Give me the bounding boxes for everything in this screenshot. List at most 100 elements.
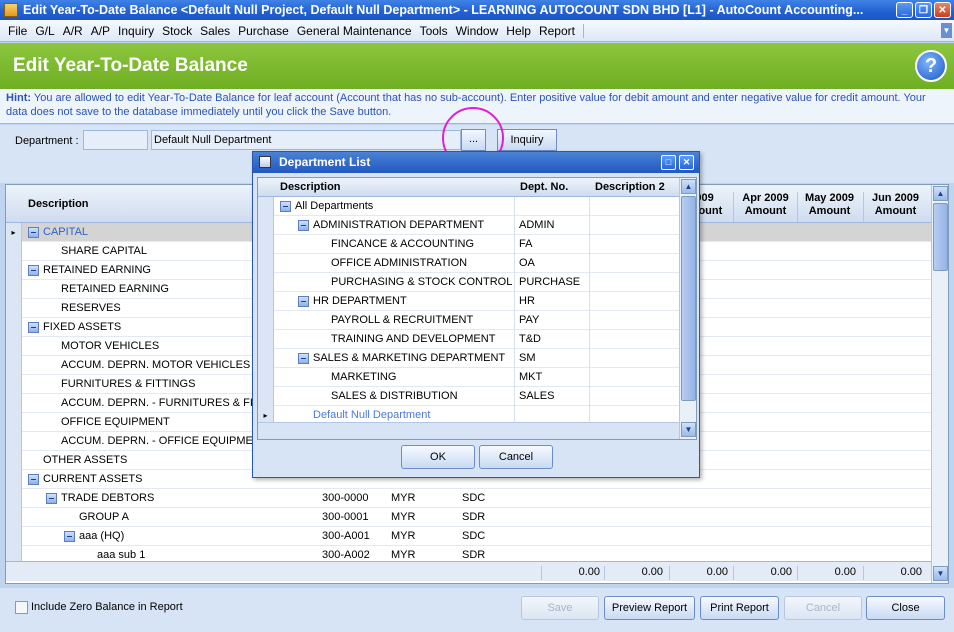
- table-row[interactable]: aaa (HQ) 300-A001 MYR SDC: [6, 527, 932, 546]
- dialog-vertical-scrollbar[interactable]: ▲ ▼: [679, 178, 696, 439]
- row-selector[interactable]: [258, 292, 274, 311]
- scroll-thumb[interactable]: [681, 196, 696, 401]
- menu-item-stock[interactable]: Stock: [158, 24, 196, 38]
- menu-item-tools[interactable]: Tools: [416, 24, 452, 38]
- maximize-icon[interactable]: □: [661, 155, 676, 170]
- row-selector[interactable]: [6, 242, 22, 261]
- row-selector[interactable]: [6, 451, 22, 470]
- row-selector[interactable]: [6, 489, 22, 508]
- row-selector[interactable]: [258, 235, 274, 254]
- department-row[interactable]: TRAINING AND DEVELOPMENT T&D: [258, 330, 680, 349]
- print-report-button[interactable]: Print Report: [700, 596, 779, 620]
- row-selector[interactable]: [6, 508, 22, 527]
- menu-item-g-l[interactable]: G/L: [31, 24, 58, 38]
- department-list-dialog: Department List □ ✕ Description Dept. No…: [252, 151, 700, 478]
- scroll-up-icon[interactable]: ▲: [681, 179, 696, 194]
- department-row[interactable]: FINCANCE & ACCOUNTING FA: [258, 235, 680, 254]
- collapse-icon[interactable]: [28, 322, 39, 333]
- table-row[interactable]: GROUP A 300-0001 MYR SDR: [6, 508, 932, 527]
- scroll-down-icon[interactable]: ▼: [933, 566, 948, 581]
- department-description: MARKETING: [331, 371, 397, 383]
- department-row[interactable]: HR DEPARTMENT HR: [258, 292, 680, 311]
- department-name-field[interactable]: Default Null Department: [151, 130, 461, 150]
- row-selector[interactable]: [258, 387, 274, 406]
- department-description: PAYROLL & RECRUITMENT: [331, 314, 474, 326]
- collapse-icon[interactable]: [64, 531, 75, 542]
- menu-item-general-maintenance[interactable]: General Maintenance: [293, 24, 416, 38]
- row-selector[interactable]: [6, 337, 22, 356]
- collapse-icon[interactable]: [28, 227, 39, 238]
- department-row[interactable]: OFFICE ADMINISTRATION OA: [258, 254, 680, 273]
- cancel-button[interactable]: Cancel: [784, 596, 862, 620]
- menu-item-sales[interactable]: Sales: [196, 24, 234, 38]
- save-button[interactable]: Save: [521, 596, 599, 620]
- collapse-icon[interactable]: [280, 201, 291, 212]
- menu-item-a-r[interactable]: A/R: [59, 24, 87, 38]
- department-description: TRAINING AND DEVELOPMENT: [331, 333, 496, 345]
- row-selector[interactable]: [258, 216, 274, 235]
- department-row[interactable]: PURCHASING & STOCK CONTROL PURCHASE: [258, 273, 680, 292]
- collapse-icon[interactable]: [298, 353, 309, 364]
- help-icon[interactable]: ?: [915, 50, 947, 82]
- minimize-button[interactable]: _: [896, 2, 913, 18]
- grid-vertical-scrollbar[interactable]: ▲ ▼: [931, 185, 948, 583]
- collapse-icon[interactable]: [298, 220, 309, 231]
- dialog-title: Department List: [279, 155, 371, 169]
- menu-item-window[interactable]: Window: [452, 24, 503, 38]
- menu-item-help[interactable]: Help: [502, 24, 535, 38]
- menu-item-a-p[interactable]: A/P: [87, 24, 114, 38]
- preview-report-button[interactable]: Preview Report: [604, 596, 695, 620]
- row-selector[interactable]: [258, 197, 274, 216]
- menu-item-inquiry[interactable]: Inquiry: [114, 24, 158, 38]
- row-selector[interactable]: ▸: [6, 223, 22, 242]
- ok-button[interactable]: OK: [401, 445, 475, 469]
- row-selector[interactable]: [6, 470, 22, 489]
- row-selector[interactable]: [258, 368, 274, 387]
- row-selector[interactable]: [258, 349, 274, 368]
- department-row[interactable]: PAYROLL & RECRUITMENT PAY: [258, 311, 680, 330]
- department-row[interactable]: SALES & DISTRIBUTION SALES: [258, 387, 680, 406]
- dialog-cancel-button[interactable]: Cancel: [479, 445, 553, 469]
- row-selector[interactable]: [258, 273, 274, 292]
- department-row[interactable]: All Departments: [258, 197, 680, 216]
- department-row[interactable]: ADMINISTRATION DEPARTMENT ADMIN: [258, 216, 680, 235]
- collapse-icon[interactable]: [46, 493, 57, 504]
- department-code-field[interactable]: [83, 130, 148, 150]
- row-selector[interactable]: [6, 318, 22, 337]
- page-header: Edit Year-To-Date Balance ?: [0, 43, 954, 89]
- scroll-thumb[interactable]: [933, 203, 948, 271]
- chevron-down-icon[interactable]: ▼: [941, 23, 952, 38]
- menu-item-purchase[interactable]: Purchase: [234, 24, 293, 38]
- collapse-icon[interactable]: [298, 296, 309, 307]
- row-selector[interactable]: [6, 299, 22, 318]
- collapse-icon[interactable]: [28, 265, 39, 276]
- scroll-up-icon[interactable]: ▲: [933, 186, 948, 201]
- row-selector[interactable]: [258, 330, 274, 349]
- row-selector[interactable]: [6, 527, 22, 546]
- inquiry-button[interactable]: Inquiry: [497, 129, 557, 151]
- menu-item-report[interactable]: Report: [535, 24, 579, 38]
- row-selector[interactable]: [6, 432, 22, 451]
- table-row[interactable]: TRADE DEBTORS 300-0000 MYR SDC: [6, 489, 932, 508]
- scroll-down-icon[interactable]: ▼: [681, 422, 696, 437]
- row-selector[interactable]: [6, 413, 22, 432]
- row-selector[interactable]: [6, 261, 22, 280]
- department-row[interactable]: SALES & MARKETING DEPARTMENT SM: [258, 349, 680, 368]
- department-number: HR: [519, 295, 535, 307]
- row-selector[interactable]: [258, 254, 274, 273]
- restore-button[interactable]: ❐: [915, 2, 932, 18]
- include-zero-balance-label: Include Zero Balance in Report: [31, 601, 183, 613]
- close-window-button[interactable]: ✕: [934, 2, 951, 18]
- close-icon[interactable]: ✕: [679, 155, 694, 170]
- row-selector[interactable]: [6, 375, 22, 394]
- collapse-icon[interactable]: [28, 474, 39, 485]
- row-selector[interactable]: [6, 394, 22, 413]
- close-button[interactable]: Close: [866, 596, 945, 620]
- include-zero-balance-checkbox[interactable]: [15, 601, 28, 614]
- row-selector[interactable]: [258, 311, 274, 330]
- account-description: RESERVES: [61, 302, 121, 314]
- menu-item-file[interactable]: File: [4, 24, 31, 38]
- row-selector[interactable]: [6, 280, 22, 299]
- department-row[interactable]: MARKETING MKT: [258, 368, 680, 387]
- row-selector[interactable]: [6, 356, 22, 375]
